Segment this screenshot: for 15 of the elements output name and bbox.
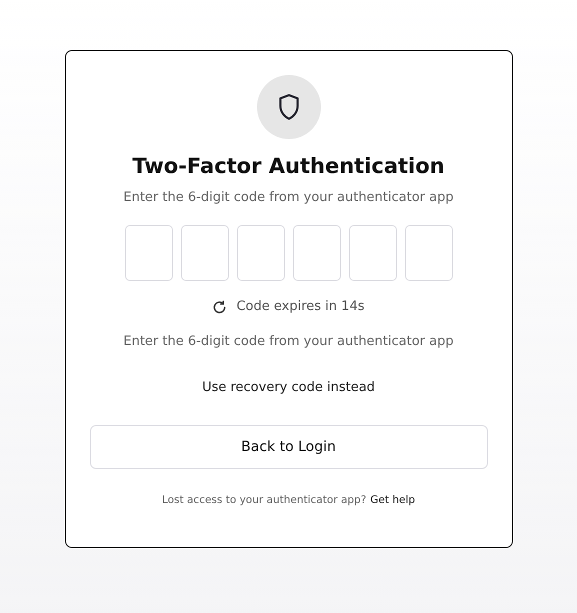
hint-text: Enter the 6-digit code from your authenticator app (123, 333, 454, 351)
digit-field[interactable] (348, 225, 396, 281)
page-title: Two-Factor Authentication (132, 153, 445, 180)
subtitle: Enter the 6-digit code from your authenticator app (123, 189, 454, 207)
digit-field[interactable] (180, 225, 228, 281)
digit-field[interactable] (404, 225, 452, 281)
digit-field[interactable] (236, 225, 284, 281)
footer-text: Lost access to your authenticator app? (162, 493, 366, 507)
digit-field[interactable] (292, 225, 340, 281)
refresh-icon (212, 300, 228, 314)
recovery-link[interactable]: Use recovery code instead (202, 379, 375, 397)
help-link[interactable]: Get help (370, 493, 416, 507)
digit-field[interactable] (124, 225, 172, 281)
back-button[interactable]: Back to Login (90, 425, 488, 469)
timer-text: Code expires in 14s (236, 298, 364, 316)
